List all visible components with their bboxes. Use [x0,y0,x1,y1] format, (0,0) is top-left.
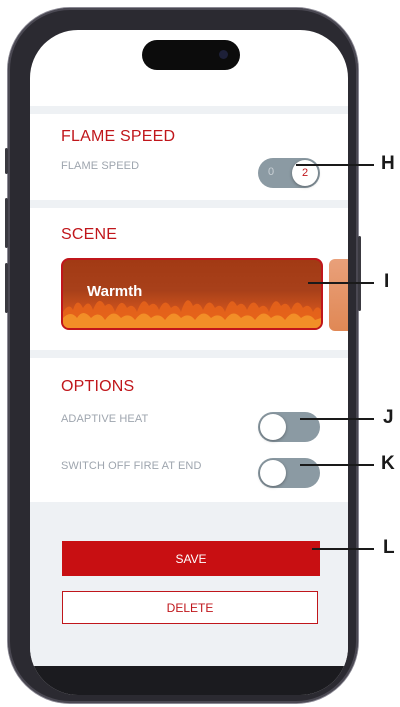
scene-title: SCENE [61,226,118,243]
bottom-bar [30,666,348,695]
scene-card-name: Warmth [87,283,143,300]
callout-i: I [384,271,390,292]
flame-speed-toggle[interactable]: 0 2 [258,158,320,188]
delete-button[interactable]: DELETE [62,591,318,624]
scene-card-next[interactable] [329,259,348,331]
callout-line-j [300,418,374,420]
callout-line-l [312,548,374,550]
callout-line-h [296,164,374,166]
toggle-knob [260,414,286,440]
actions-area [30,502,348,667]
camera-icon [219,50,228,59]
flame-speed-title: FLAME SPEED [61,128,176,145]
toggle-knob [260,460,286,486]
switch-off-fire-toggle[interactable] [258,458,320,488]
flame-speed-label: FLAME SPEED [61,160,140,172]
callout-line-i [308,282,374,284]
section-separator [30,200,348,208]
callout-j: J [383,407,394,428]
section-separator [30,106,348,114]
callout-line-k [300,464,374,466]
app-screen: FLAME SPEED FLAME SPEED 0 2 SCENE Warmth… [30,30,348,695]
adaptive-heat-label: ADAPTIVE HEAT [61,413,149,425]
phone-frame: FLAME SPEED FLAME SPEED 0 2 SCENE Warmth… [5,8,361,703]
switch-off-fire-label: SWITCH OFF FIRE AT END [61,460,202,472]
scene-card-warmth[interactable]: Warmth [61,258,323,330]
callout-l: L [383,537,395,558]
options-title: OPTIONS [61,378,135,395]
adaptive-heat-toggle[interactable] [258,412,320,442]
callout-k: K [381,453,395,474]
phone-volume-down [5,263,8,313]
callout-h: H [381,153,395,174]
phone-mute-switch [5,148,8,174]
flame-speed-option-0[interactable]: 0 [268,166,274,178]
save-button[interactable]: SAVE [62,541,320,576]
phone-power-button [358,236,361,311]
section-separator [30,350,348,358]
phone-volume-up [5,198,8,248]
dynamic-island [142,40,240,70]
